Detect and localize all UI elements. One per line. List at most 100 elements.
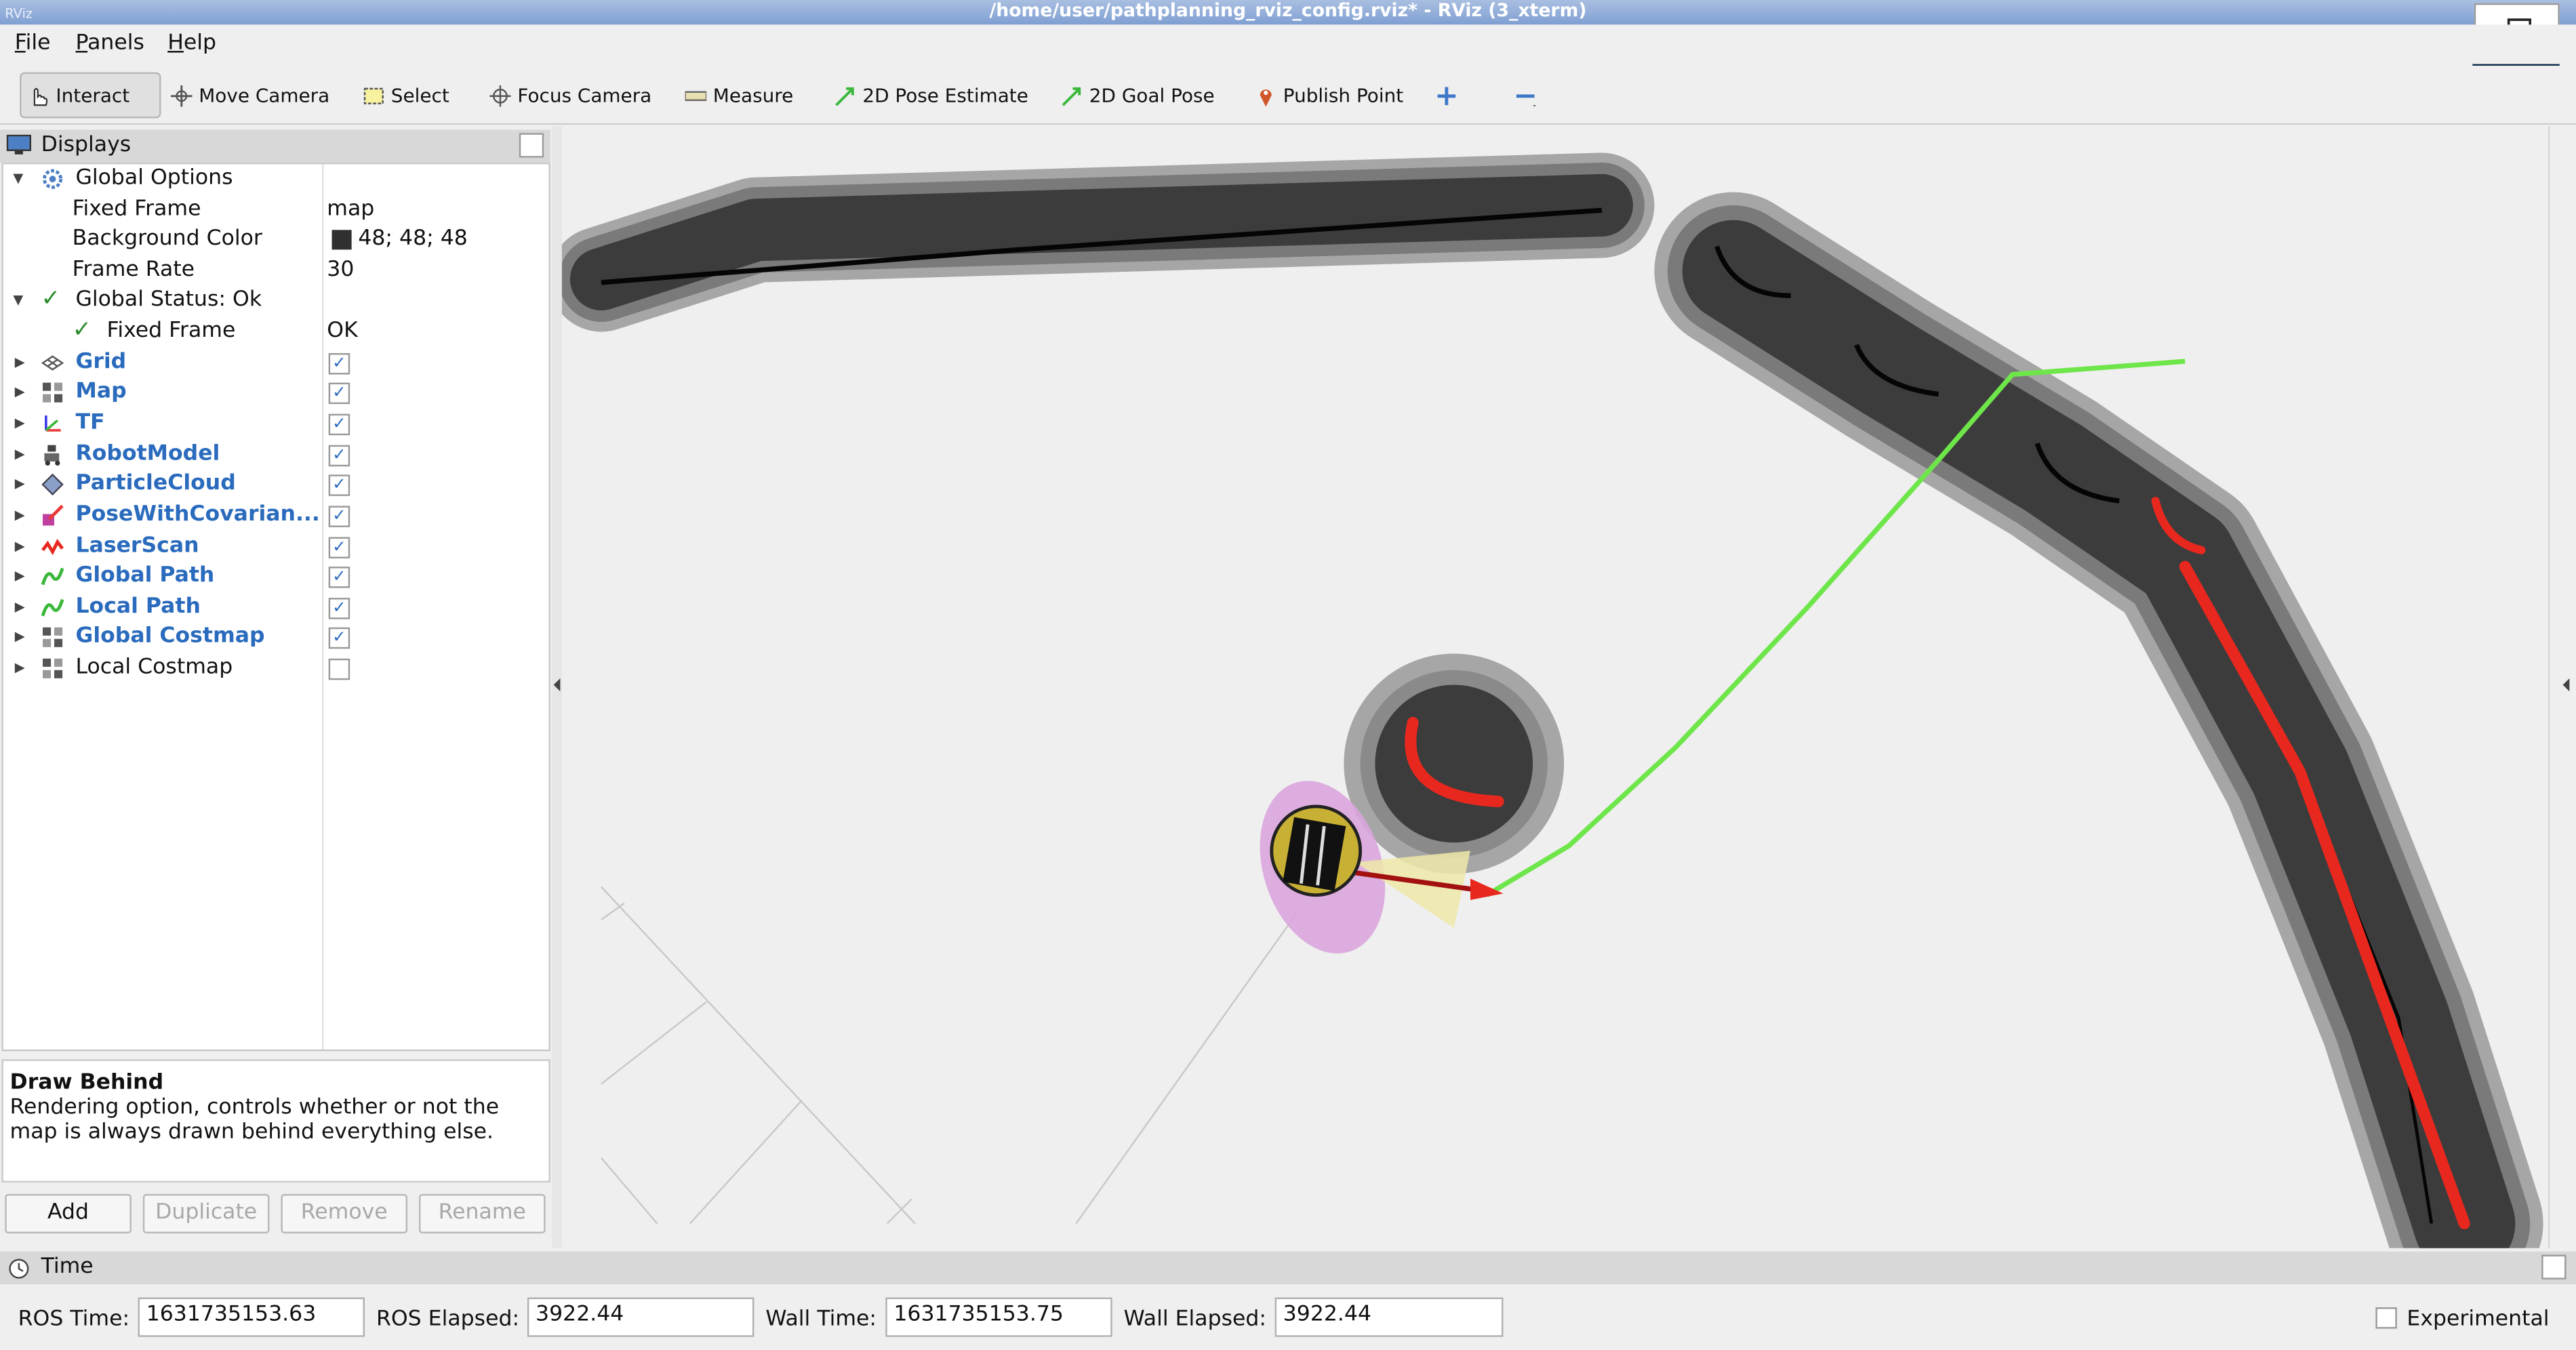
display-item-posewithcovariance[interactable]: ▶ PoseWithCovarian... ✓ [3,501,549,531]
focus-camera-tool[interactable]: Focus Camera [483,73,658,119]
collapse-arrow-icon[interactable]: ▶ [15,568,28,583]
display-item-global-path[interactable]: ▶ Global Path ✓ [3,562,549,592]
display-item-label: Grid [75,350,127,375]
description-text: Rendering option, controls whether or no… [9,1095,500,1145]
displays-title: Displays [41,133,132,158]
display-item-checkbox[interactable]: ✓ [328,537,350,558]
title-bar: RViz /home/user/pathplanning_rviz_config… [0,0,2576,25]
menu-help[interactable]: Help [167,31,216,56]
focus-camera-label: Focus Camera [517,83,652,107]
add-tool-button[interactable] [1429,73,1464,119]
display-item-checkbox[interactable]: ✓ [328,353,350,375]
collapse-arrow-icon[interactable]: ▶ [15,447,28,462]
expand-arrow-icon[interactable]: ▼ [13,292,26,307]
duplicate-button[interactable]: Duplicate [142,1193,270,1233]
displays-tree: ▼ Global Options Fixed Frame map Backgro… [1,162,550,1051]
map-icon [43,382,63,403]
collapse-arrow-icon[interactable]: ▶ [15,629,28,644]
experimental-checkbox[interactable] [2375,1307,2397,1329]
pose-covariance-icon [43,504,64,526]
path-icon [41,598,64,617]
display-item-label: Local Costmap [75,655,233,680]
interact-label: Interact [56,83,130,107]
right-collapse-bar[interactable] [2548,126,2576,1248]
fixed-frame-row[interactable]: Fixed Frame map [3,195,549,225]
robot-model-icon [44,445,60,466]
display-item-particlecloud[interactable]: ▶ ParticleCloud ✓ [3,470,549,499]
wall-elapsed-label: Wall Elapsed: [1123,1307,1267,1332]
interact-tool[interactable]: Interact [20,72,161,119]
panel-splitter[interactable] [552,126,562,1248]
ros-elapsed-field[interactable]: 3922.44 [527,1297,754,1337]
display-item-checkbox[interactable]: ✓ [328,474,350,496]
plus-icon [1437,86,1456,104]
add-button[interactable]: Add [5,1193,132,1233]
scene-render [561,152,2543,1248]
menu-panels[interactable]: Panels [75,31,144,56]
display-item-global-costmap[interactable]: ▶ Global Costmap ✓ [3,622,549,652]
publish-point-label: Publish Point [1283,83,1404,107]
display-item-laserscan[interactable]: ▶ LaserScan ✓ [3,532,549,562]
undock-time-button[interactable] [2541,1254,2567,1280]
collapse-arrow-icon[interactable]: ▶ [15,600,28,615]
collapse-arrow-icon[interactable]: ▶ [15,415,28,430]
display-item-checkbox[interactable]: ✓ [328,382,350,405]
display-item-label: ParticleCloud [75,471,236,496]
collapse-arrow-icon[interactable]: ▶ [15,508,28,523]
display-item-checkbox[interactable]: ✓ [328,413,350,436]
collapse-arrow-icon[interactable]: ▶ [15,539,28,554]
display-item-grid[interactable]: ▶ Grid ✓ [3,348,549,378]
map-icon [43,658,63,678]
display-item-local-path[interactable]: ▶ Local Path ✓ [3,593,549,623]
path-icon [41,567,64,586]
tf-icon [45,415,61,432]
status-fixed-frame-row[interactable]: ✓ Fixed Frame OK [3,317,549,347]
2d-pose-estimate-tool[interactable]: 2D Pose Estimate [828,73,1034,119]
select-label: Select [390,83,449,107]
2d-goal-pose-tool[interactable]: 2D Goal Pose [1055,73,1222,119]
frame-rate-row[interactable]: Frame Rate 30 [3,256,549,286]
display-item-tf[interactable]: ▶ TF ✓ [3,409,549,438]
display-item-label: Local Path [75,594,201,619]
display-item-checkbox[interactable] [328,658,350,680]
render-viewport[interactable] [561,126,2548,1248]
wall-elapsed-field[interactable]: 3922.44 [1274,1297,1504,1337]
collapse-arrow-icon[interactable]: ▶ [15,476,28,491]
ros-time-field[interactable]: 1631735153.63 [138,1297,365,1337]
collapse-arrow-icon[interactable]: ▶ [15,354,28,369]
clock-icon [9,1259,29,1279]
expand-arrow-icon[interactable]: ▼ [13,171,26,186]
gear-icon [43,169,63,189]
display-item-checkbox[interactable]: ✓ [328,627,350,649]
display-item-map[interactable]: ▶ Map ✓ [3,377,549,407]
background-color-row[interactable]: Background Color 48; 48; 48 [3,225,549,255]
display-item-checkbox[interactable]: ✓ [328,567,350,588]
collapse-arrow-icon[interactable]: ▶ [15,660,28,675]
remove-button[interactable]: Remove [281,1193,408,1233]
display-item-label: Global Costmap [75,623,265,649]
display-item-robotmodel[interactable]: ▶ RobotModel ✓ [3,440,549,470]
laser-scan-icon [41,539,64,556]
remove-tool-button[interactable] [1508,73,1543,119]
display-item-checkbox[interactable]: ✓ [328,598,350,619]
measure-tool[interactable]: Measure [679,73,800,119]
measure-label: Measure [712,83,794,107]
undock-panel-button[interactable] [519,133,544,158]
publish-point-tool[interactable]: Publish Point [1249,73,1410,119]
display-item-local-costmap[interactable]: ▶ Local Costmap [3,654,549,684]
global-options-row[interactable]: ▼ Global Options [3,164,549,194]
menu-file[interactable]: File [15,31,51,56]
frame-rate-value[interactable]: 30 [327,258,354,282]
rename-button[interactable]: Rename [418,1193,546,1233]
wall-time-field[interactable]: 1631735153.75 [885,1297,1112,1337]
move-camera-tool[interactable]: Move Camera [164,73,336,119]
background-color-value[interactable]: 48; 48; 48 [358,226,468,251]
display-item-checkbox[interactable]: ✓ [328,506,350,527]
global-status-row[interactable]: ▼ ✓ Global Status: Ok [3,286,549,316]
select-tool[interactable]: Select [357,73,456,119]
collapse-arrow-icon[interactable]: ▶ [15,384,28,399]
display-item-checkbox[interactable]: ✓ [328,445,350,467]
status-fixed-frame-label: Fixed Frame [106,319,236,344]
goal-pose-arrow-icon [1062,86,1081,106]
fixed-frame-value[interactable]: map [327,197,374,222]
